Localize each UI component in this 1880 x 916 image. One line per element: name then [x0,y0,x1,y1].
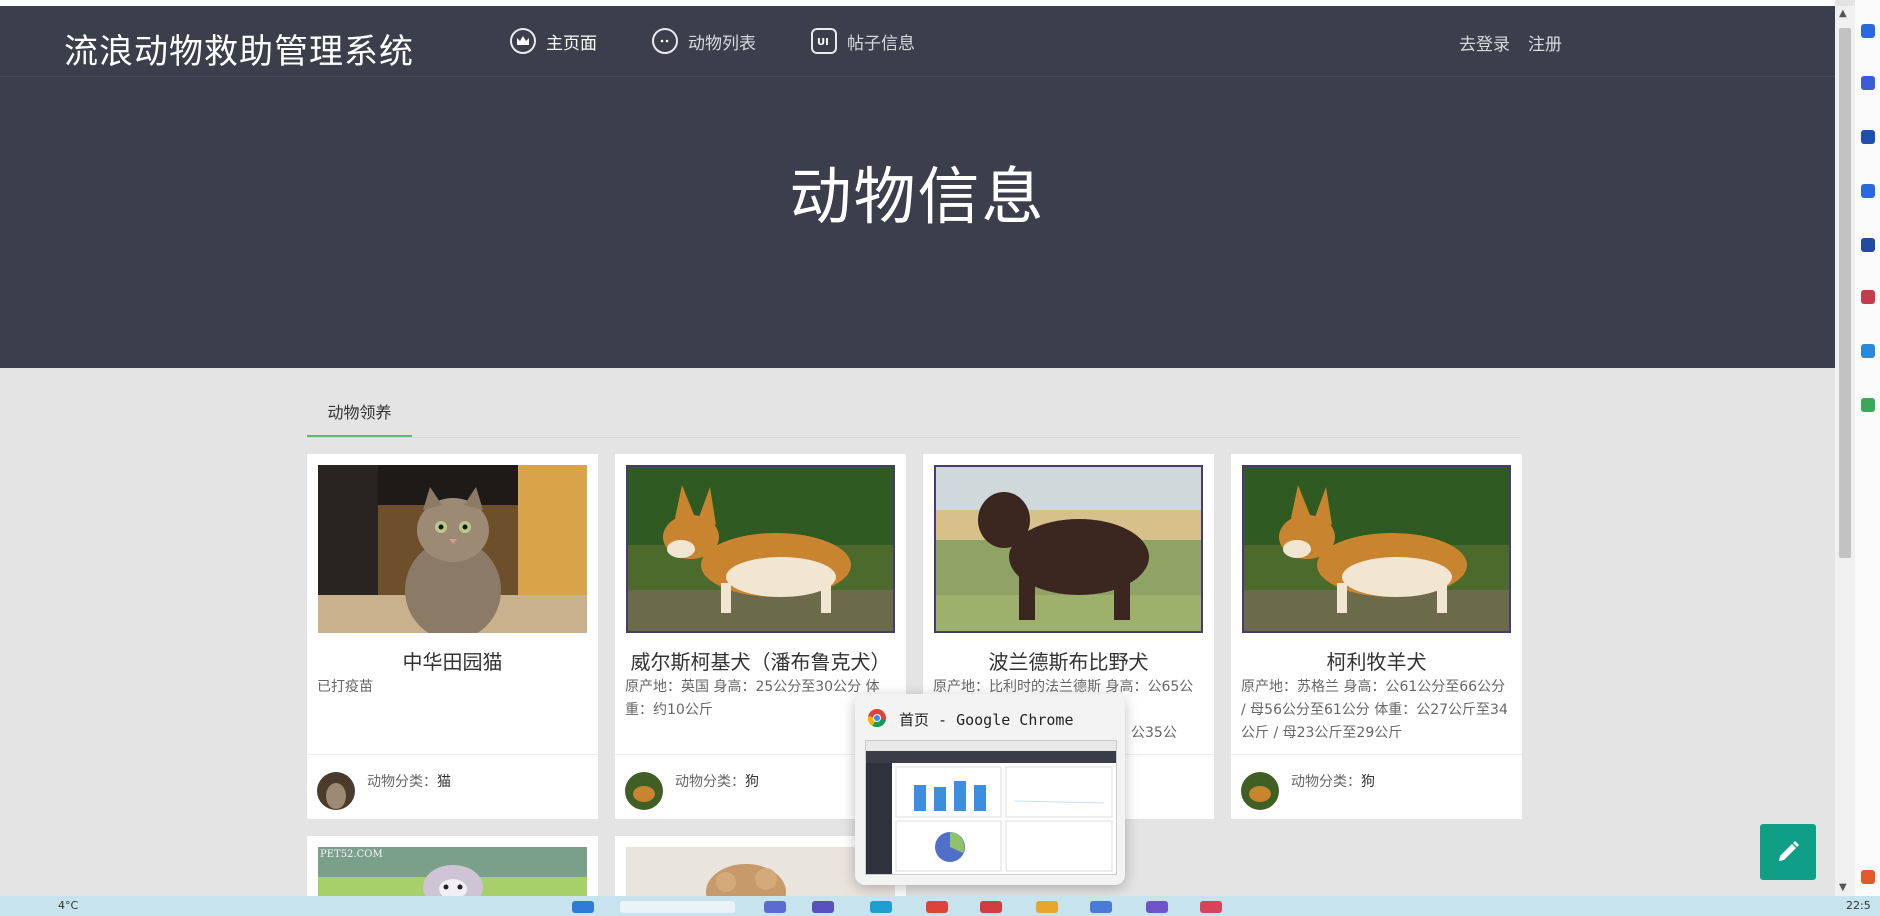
side-app-icon[interactable] [1861,184,1875,198]
os-taskbar: 4°C 22:5 [0,896,1880,916]
chrome-icon [867,709,886,728]
page-header: 流浪动物救助管理系统 主页面 动物列表 UI 帖子信息 去登录 注册 动物信息 [0,6,1835,368]
ui-shield-icon: UI [811,28,837,54]
animal-name[interactable]: 威尔斯柯基犬（潘布鲁克犬） [615,646,906,675]
side-app-icon[interactable] [1861,290,1875,304]
preview-title: 首页 - Google Chrome [899,711,1074,729]
browser-side-panel [1855,0,1880,896]
avatar [1241,772,1279,810]
animal-description: 原产地：苏格兰 身高：公61公分至66公分 / 母56公分至61公分 体重：公2… [1241,679,1508,741]
start-icon[interactable] [572,901,594,913]
page-scrollbar[interactable]: ▲ ▼ [1835,6,1855,896]
side-app-icon[interactable] [1861,238,1875,252]
taskbar-search[interactable] [620,901,735,913]
chrome-window-preview[interactable]: 首页 - Google Chrome [855,694,1125,885]
animal-photo[interactable] [934,465,1203,633]
taskbar-app-icon[interactable] [1090,901,1112,913]
tab-animal-adoption[interactable]: 动物领养 [307,400,412,437]
side-app-icon[interactable] [1861,130,1875,144]
animal-photo[interactable] [626,465,895,633]
nav-posts-label: 帖子信息 [847,33,915,54]
taskbar-app-icon[interactable] [1036,901,1058,913]
side-app-icon[interactable] [1861,76,1875,90]
hero-title: 动物信息 [789,160,1046,233]
nav-animal-list-label: 动物列表 [688,33,756,54]
site-brand[interactable]: 流浪动物救助管理系统 [64,24,414,73]
scroll-down-icon[interactable]: ▼ [1839,882,1847,893]
nav-posts[interactable]: UI 帖子信息 [811,28,915,54]
register-link[interactable]: 注册 [1528,30,1562,55]
chat-bubble-icon [652,28,678,54]
preview-thumbnail[interactable] [865,740,1117,875]
taskbar-app-icon[interactable] [764,901,786,913]
photo-watermark: PET52.COM [320,849,383,860]
card-footer: 动物分类：狗 [1231,754,1522,820]
animal-card[interactable]: PET52.COM [307,836,598,896]
taskbar-app-icon[interactable] [812,901,834,913]
animal-description: 已打疫苗 [317,679,373,695]
section-tabbar: 动物领养 [307,400,1520,438]
scrollbar-thumb[interactable] [1839,28,1851,558]
animal-category: 动物分类：猫 [367,774,451,790]
side-app-icon[interactable] [1861,344,1875,358]
taskbar-app-icon[interactable] [1200,901,1222,913]
side-app-icon[interactable] [1861,24,1875,38]
weather-temp[interactable]: 4°C [58,899,78,912]
animal-name[interactable]: 柯利牧羊犬 [1231,646,1522,675]
taskbar-app-icon[interactable] [1146,901,1168,913]
animal-category: 动物分类：狗 [1291,774,1375,790]
taskbar-app-icon[interactable] [870,901,892,913]
chrome-taskbar-icon[interactable] [926,901,948,913]
animal-card[interactable]: 柯利牧羊犬 原产地：苏格兰 身高：公61公分至66公分 / 母56公分至61公分… [1231,454,1522,819]
avatar [625,772,663,810]
animal-photo[interactable] [1242,465,1511,633]
side-app-icon[interactable] [1861,398,1875,412]
animal-name[interactable]: 波兰德斯布比野犬 [923,646,1214,675]
login-link[interactable]: 去登录 [1459,30,1510,55]
card-footer: 动物分类：猫 [307,754,598,820]
animal-photo[interactable] [318,465,587,633]
animal-photo[interactable]: PET52.COM [318,847,587,896]
nav-animal-list[interactable]: 动物列表 [652,28,756,54]
nav-home[interactable]: 主页面 [510,28,597,54]
taskbar-app-icon[interactable] [980,901,1002,913]
scroll-up-icon[interactable]: ▲ [1839,8,1847,19]
clock[interactable]: 22:5 [1846,899,1871,912]
crown-icon [510,28,536,54]
avatar [317,772,355,810]
nav-home-label: 主页面 [546,33,597,54]
pencil-icon [1779,841,1799,861]
animal-name[interactable]: 中华田园猫 [307,646,598,675]
animal-card[interactable]: 中华田园猫 已打疫苗 动物分类：猫 [307,454,598,819]
svg-text:UI: UI [817,37,829,47]
edit-button[interactable] [1760,824,1816,880]
animal-category: 动物分类：狗 [675,774,759,790]
side-app-icon[interactable] [1861,870,1875,884]
top-nav: 流浪动物救助管理系统 主页面 动物列表 UI 帖子信息 去登录 注册 [0,6,1835,77]
